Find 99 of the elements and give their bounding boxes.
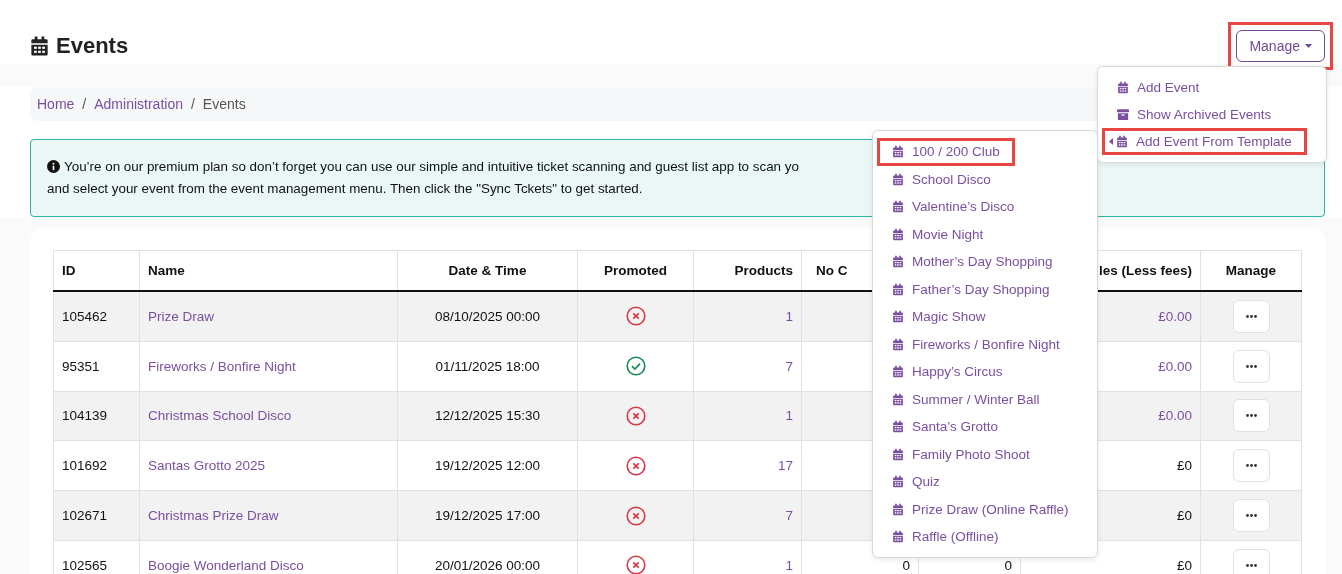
table-cell: 102671 — [62, 508, 108, 524]
more-icon — [1245, 314, 1257, 318]
more-icon — [1245, 514, 1257, 518]
column-header: Products — [734, 263, 793, 278]
caret-icon — [1305, 44, 1312, 48]
manage-button[interactable]: Manage — [1236, 30, 1325, 62]
more-icon — [1245, 414, 1257, 418]
column-header: No C — [816, 263, 848, 278]
breadcrumb-current: Events — [202, 96, 246, 112]
calendar-icon — [892, 447, 904, 461]
products-link[interactable]: 7 — [785, 508, 793, 524]
menu-item[interactable]: Magic Show — [877, 303, 1001, 331]
calendar-icon — [892, 475, 904, 489]
products-link[interactable]: 17 — [777, 458, 793, 474]
calendar-icon — [892, 420, 904, 434]
more-button[interactable] — [1232, 349, 1270, 383]
table-cell: 102565 — [62, 557, 108, 573]
more-button[interactable] — [1232, 449, 1270, 483]
menu-item[interactable]: Summer / Winter Ball — [877, 385, 1055, 413]
column-header: Date & Time — [448, 263, 527, 278]
calendar-icon — [1117, 81, 1129, 94]
column-header: les (Less fees) — [1098, 263, 1192, 278]
table-cell: 104139 — [62, 408, 108, 424]
calendar-icon — [892, 172, 904, 186]
table-cell: 19/12/2025 17:00 — [434, 508, 541, 524]
column-header: ID — [62, 263, 76, 278]
calendar-icon — [1116, 135, 1128, 148]
more-icon — [1245, 563, 1257, 567]
breadcrumb-separator: / — [190, 96, 195, 112]
menu-item[interactable]: Quiz — [877, 468, 955, 496]
menu-item[interactable]: Father’s Day Shopping — [877, 275, 1065, 303]
menu-item[interactable]: Prize Draw (Online Raffle) — [877, 495, 1084, 523]
table-cell: 95351 — [62, 358, 100, 374]
table-cell: 101692 — [62, 458, 108, 474]
calendar-icon — [892, 530, 904, 544]
menu-item[interactable]: School Disco — [877, 165, 1006, 193]
more-button[interactable] — [1232, 548, 1270, 574]
more-button[interactable] — [1232, 399, 1270, 433]
column-header: Name — [148, 263, 185, 278]
breadcrumb-separator: / — [82, 96, 87, 112]
page-title: Events — [56, 33, 129, 59]
info-icon — [47, 160, 60, 173]
archive-box-icon — [1117, 108, 1129, 121]
calendar-icon — [892, 282, 904, 296]
calendar-icon — [892, 200, 904, 214]
calendar-icon — [892, 255, 904, 269]
breadcrumb-link[interactable]: Administration — [94, 96, 183, 112]
alert-text: and select your event from the event management menu. Then click the "Sync Tckets" to get started. — [47, 180, 643, 198]
products-link[interactable]: 1 — [785, 408, 793, 424]
table-cell: 08/10/2025 00:00 — [434, 308, 541, 324]
menu-item[interactable]: Fireworks / Bonfire Night — [877, 330, 1075, 358]
table-cell: 19/12/2025 12:00 — [434, 458, 541, 474]
sales-link[interactable]: £0.00 — [1158, 308, 1192, 324]
table-cell: 20/01/2026 00:00 — [434, 557, 541, 573]
event-link[interactable]: Christmas Prize Draw — [148, 508, 279, 524]
breadcrumb-link[interactable]: Home — [37, 96, 75, 112]
event-link[interactable]: Fireworks / Bonfire Night — [148, 358, 296, 374]
menu-item[interactable]: Movie Night — [877, 220, 999, 248]
menu-item[interactable]: Add Event From Template — [1102, 128, 1307, 155]
table-cell: £0 — [1176, 557, 1192, 573]
menu-item[interactable]: Show Archived Events — [1102, 101, 1287, 128]
menu-item[interactable]: Valentine’s Disco — [877, 193, 1030, 221]
table-cell: 105462 — [62, 308, 108, 324]
calendar-icon — [30, 35, 49, 57]
event-link[interactable]: Prize Draw — [148, 308, 214, 324]
menu-item[interactable]: Mother’s Day Shopping — [877, 248, 1068, 276]
calendar-icon — [892, 310, 904, 324]
sales-link[interactable]: £0.00 — [1158, 408, 1192, 424]
menu-item[interactable]: Santa’s Grotto — [877, 413, 1014, 441]
table-cell: 12/12/2025 15:30 — [434, 408, 541, 424]
products-link[interactable]: 1 — [785, 308, 793, 324]
calendar-icon — [892, 227, 904, 241]
column-header: Manage — [1225, 263, 1277, 278]
menu-item[interactable]: Family Photo Shoot — [877, 440, 1045, 468]
table-cell: £0 — [1176, 458, 1192, 474]
calendar-icon — [892, 145, 904, 159]
products-link[interactable]: 1 — [785, 557, 793, 573]
calendar-icon — [892, 392, 904, 406]
more-button[interactable] — [1232, 299, 1270, 333]
table-cell: 0 — [1004, 557, 1012, 573]
menu-item[interactable]: 100 / 200 Club — [877, 138, 1015, 166]
table-cell: 0 — [902, 557, 910, 573]
calendar-icon — [892, 502, 904, 516]
more-button[interactable] — [1232, 499, 1270, 533]
alert-text: You’re on our premium plan so don’t forget you can use our simple and intuitive ticket scanning and guest list app to scan yo — [47, 156, 799, 178]
menu-item[interactable]: Happy’s Circus — [877, 358, 1018, 386]
more-icon — [1245, 364, 1257, 368]
more-icon — [1245, 464, 1257, 468]
event-link[interactable]: Santas Grotto 2025 — [148, 458, 266, 474]
column-header: Promoted — [604, 263, 667, 278]
calendar-icon — [892, 365, 904, 379]
menu-item[interactable]: Add Event — [1102, 74, 1215, 101]
menu-item[interactable]: Raffle (Offline) — [877, 523, 1014, 551]
sales-link[interactable]: £0.00 — [1158, 358, 1192, 374]
event-link[interactable]: Christmas School Disco — [148, 408, 292, 424]
calendar-icon — [892, 337, 904, 351]
table-cell: 01/11/2025 18:00 — [435, 358, 540, 374]
table-cell: £0 — [1176, 508, 1192, 524]
products-link[interactable]: 7 — [785, 358, 793, 374]
